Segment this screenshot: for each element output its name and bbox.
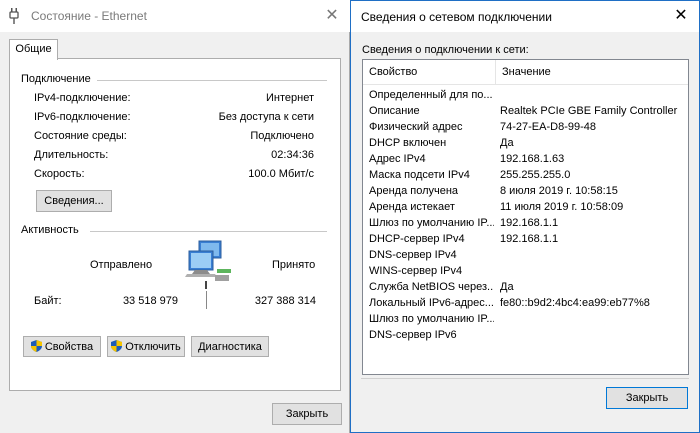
- uac-shield-icon: [111, 340, 123, 353]
- received-bytes-value: 327 388 314: [254, 295, 316, 307]
- details-list[interactable]: Свойство Значение Определенный для по...…: [362, 59, 689, 375]
- property-cell: Шлюз по умолчанию IP...: [369, 217, 494, 229]
- status-window: Состояние - Ethernet ✕ Общие Подключение…: [0, 0, 350, 433]
- property-cell: Маска подсети IPv4: [369, 169, 470, 181]
- details-close-button[interactable]: Закрыть: [606, 387, 688, 409]
- list-header: Свойство Значение: [363, 60, 688, 85]
- tab-general[interactable]: Общие: [9, 39, 58, 60]
- status-window-titlebar[interactable]: Состояние - Ethernet ✕: [0, 0, 350, 32]
- ipv4-label: IPv4-подключение:: [34, 92, 131, 104]
- connection-divider: [97, 80, 327, 81]
- value-cell: fe80::b9d2:4bc4:ea99:eb77%8: [500, 297, 650, 309]
- network-plug-icon: [9, 8, 19, 24]
- details-caption: Сведения о подключении к сети:: [362, 44, 529, 56]
- table-row[interactable]: Шлюз по умолчанию IP... 192.168.1.1: [363, 215, 688, 231]
- value-cell: 255.255.255.0: [500, 169, 571, 181]
- ipv6-label: IPv6-подключение:: [34, 111, 131, 123]
- ipv6-value: Без доступа к сети: [218, 111, 314, 123]
- sent-bytes-value: 33 518 979: [122, 295, 178, 307]
- table-row[interactable]: Аренда получена 8 июля 2019 г. 10:58:15: [363, 183, 688, 199]
- value-cell: 11 июля 2019 г. 10:58:09: [500, 201, 624, 213]
- table-row[interactable]: Физический адрес 74-27-EA-D8-99-48: [363, 119, 688, 135]
- property-cell: Аренда получена: [369, 185, 459, 197]
- value-cell: 192.168.1.63: [500, 153, 565, 165]
- uac-shield-icon: [30, 340, 42, 353]
- property-cell: DNS-сервер IPv4: [369, 249, 457, 261]
- property-cell: Описание: [369, 105, 420, 117]
- property-cell: DHCP-сервер IPv4: [369, 233, 465, 245]
- value-cell: 8 июля 2019 г. 10:58:15: [500, 185, 618, 197]
- details-window-titlebar[interactable]: Сведения о сетевом подключении ✕: [351, 1, 699, 32]
- bytes-label: Байт:: [34, 295, 62, 307]
- sent-label: Отправлено: [90, 259, 153, 271]
- table-row[interactable]: Адрес IPv4 192.168.1.63: [363, 151, 688, 167]
- connection-heading: Подключение: [21, 73, 91, 85]
- speed-value: 100.0 Мбит/с: [248, 168, 314, 180]
- value-cell: 192.168.1.1: [500, 233, 559, 245]
- property-cell: Физический адрес: [369, 121, 463, 133]
- footer-divider: [361, 378, 689, 379]
- table-row[interactable]: DHCP включен Да: [363, 135, 688, 151]
- details-window-title: Сведения о сетевом подключении: [361, 10, 552, 24]
- table-row[interactable]: Описание Realtek PCIe GBE Family Controll…: [363, 103, 688, 119]
- property-cell: WINS-сервер IPv4: [369, 265, 463, 277]
- property-cell: Служба NetBIOS через...: [369, 281, 494, 293]
- property-cell: DHCP включен: [369, 137, 447, 149]
- table-row[interactable]: DNS-сервер IPv4: [363, 247, 688, 263]
- table-row[interactable]: Служба NetBIOS через... Да: [363, 279, 688, 295]
- table-row[interactable]: Локальный IPv6-адрес... fe80::b9d2:4bc4:e…: [363, 295, 688, 311]
- properties-button[interactable]: Свойства: [23, 336, 101, 357]
- table-row[interactable]: WINS-сервер IPv4: [363, 263, 688, 279]
- close-icon[interactable]: ✕: [669, 5, 693, 27]
- close-icon[interactable]: ✕: [320, 5, 344, 27]
- details-button[interactable]: Сведения...: [36, 190, 112, 212]
- property-cell: Локальный IPv6-адрес...: [369, 297, 494, 309]
- table-row[interactable]: DNS-сервер IPv6: [363, 327, 688, 343]
- properties-label: Свойства: [44, 341, 94, 353]
- property-cell: DNS-сервер IPv6: [369, 329, 457, 341]
- value-cell: 192.168.1.1: [500, 217, 559, 229]
- details-window: Сведения о сетевом подключении ✕ Сведени…: [350, 0, 700, 433]
- property-cell: Определенный для по...: [369, 89, 493, 101]
- table-row[interactable]: Шлюз по умолчанию IP...: [363, 311, 688, 327]
- tab-panel-general: Подключение IPv4-подключение: Интернет I…: [9, 58, 341, 391]
- column-header-property[interactable]: Свойство: [363, 60, 496, 84]
- activity-divider: [90, 231, 327, 232]
- disable-button[interactable]: Отключить: [107, 336, 185, 357]
- table-row[interactable]: DHCP-сервер IPv4 192.168.1.1: [363, 231, 688, 247]
- property-cell: Адрес IPv4: [369, 153, 426, 165]
- property-cell: Шлюз по умолчанию IP...: [369, 313, 494, 325]
- table-row[interactable]: Аренда истекает 11 июля 2019 г. 10:58:09: [363, 199, 688, 215]
- network-computers-icon: [185, 240, 231, 289]
- column-header-value[interactable]: Значение: [496, 60, 688, 84]
- table-row[interactable]: Маска подсети IPv4 255.255.255.0: [363, 167, 688, 183]
- speed-label: Скорость:: [34, 168, 85, 180]
- duration-label: Длительность:: [34, 149, 109, 161]
- diagnostics-button[interactable]: Диагностика: [191, 336, 269, 357]
- duration-value: 02:34:36: [271, 149, 314, 161]
- value-cell: 74-27-EA-D8-99-48: [500, 121, 596, 133]
- value-cell: Realtek PCIe GBE Family Controller: [500, 105, 678, 117]
- disable-label: Отключить: [125, 341, 181, 353]
- status-window-title: Состояние - Ethernet: [31, 9, 147, 23]
- media-state-label: Состояние среды:: [34, 130, 127, 142]
- activity-separator: [206, 291, 207, 309]
- table-row[interactable]: Определенный для по...: [363, 87, 688, 103]
- activity-heading: Активность: [21, 224, 79, 236]
- close-button[interactable]: Закрыть: [272, 403, 342, 425]
- value-cell: Да: [500, 281, 514, 293]
- media-state-value: Подключено: [250, 130, 314, 142]
- property-cell: Аренда истекает: [369, 201, 455, 213]
- ipv4-value: Интернет: [266, 92, 314, 104]
- received-label: Принято: [272, 259, 316, 271]
- value-cell: Да: [500, 137, 514, 149]
